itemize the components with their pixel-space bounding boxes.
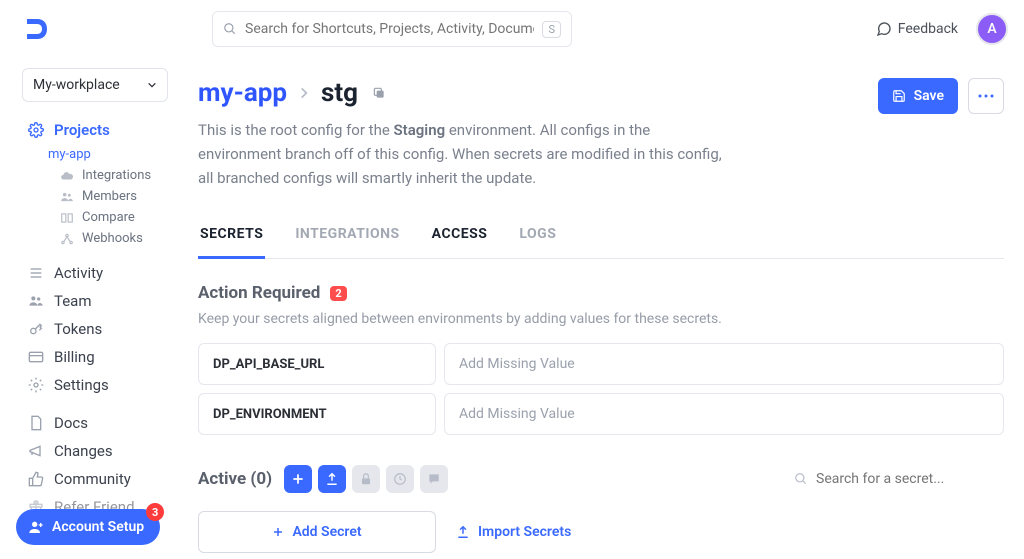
import-secrets-button[interactable]: Import Secrets [456,524,571,540]
feedback-label: Feedback [898,21,958,37]
dots-icon [978,94,994,98]
user-plus-icon [28,519,44,535]
secret-row: DP_API_BASE_URL Add Missing Value [198,343,1004,385]
search-icon [223,22,237,36]
add-button[interactable] [284,465,312,493]
cloud-icon [60,169,74,183]
tab-access[interactable]: ACCESS [430,216,490,258]
nav-project-myapp[interactable]: my-app [0,144,178,165]
breadcrumb-app[interactable]: my-app [198,78,287,108]
account-setup-button[interactable]: Account Setup 3 [16,509,160,545]
save-button[interactable]: Save [878,78,958,114]
action-required-count: 2 [330,286,346,301]
upload-button[interactable] [318,465,346,493]
nav-changes[interactable]: Changes [0,437,178,465]
avatar[interactable]: A [976,13,1008,45]
nav-sub-integrations[interactable]: Integrations [0,165,178,186]
action-required-title: Action Required [198,283,320,303]
webhook-icon [60,232,74,246]
users-icon [60,190,74,204]
add-secret-button[interactable]: Add Secret [198,511,436,553]
tabs: SECRETS INTEGRATIONS ACCESS LOGS [198,216,1004,259]
comment-icon [427,472,441,486]
search-icon [794,472,808,486]
chevron-down-icon [147,80,157,90]
nav-projects[interactable]: Projects [0,116,178,144]
card-icon [28,349,44,365]
key-icon [28,321,44,337]
action-required-subtitle: Keep your secrets aligned between enviro… [198,311,1004,327]
compare-icon [60,211,74,225]
nav-docs[interactable]: Docs [0,409,178,437]
settings-icon [28,377,44,393]
search-kbd-hint: S [542,21,561,38]
nav-activity[interactable]: Activity [0,259,178,287]
nav-sub-members[interactable]: Members [0,186,178,207]
breadcrumb: my-app stg [198,78,728,108]
plus-icon [291,472,305,486]
secret-row: DP_ENVIRONMENT Add Missing Value [198,393,1004,435]
save-icon [892,89,906,103]
nav-sub-webhooks[interactable]: Webhooks [0,228,178,249]
active-secrets-label: Active (0) [198,469,272,489]
secret-search[interactable] [794,471,1004,487]
feedback-link[interactable]: Feedback [876,21,958,37]
nav-community[interactable]: Community [0,465,178,493]
tab-logs[interactable]: LOGS [517,216,558,258]
nav-billing[interactable]: Billing [0,343,178,371]
history-button[interactable] [386,465,414,493]
breadcrumb-env: stg [321,78,358,108]
upload-icon [325,472,339,486]
tab-secrets[interactable]: SECRETS [198,216,265,259]
thumbs-up-icon [28,471,44,487]
global-search-input[interactable] [245,21,534,37]
feedback-icon [876,21,892,37]
team-icon [28,293,44,309]
docs-icon [28,415,44,431]
page-description: This is the root config for the Staging … [198,118,728,190]
import-icon [456,525,470,539]
nav-settings[interactable]: Settings [0,371,178,399]
more-button[interactable] [968,78,1004,114]
workspace-select[interactable]: My-workplace [22,68,168,102]
lock-button[interactable] [352,465,380,493]
global-search[interactable]: S [212,11,572,47]
copy-icon[interactable] [372,86,386,100]
tab-integrations[interactable]: INTEGRATIONS [293,216,401,258]
lock-icon [359,472,373,486]
secret-search-input[interactable] [816,471,1004,487]
list-icon [28,265,44,281]
clock-icon [393,472,407,486]
secret-value-input[interactable]: Add Missing Value [444,393,1004,435]
logo[interactable] [22,14,52,44]
chevron-right-icon [297,86,311,100]
secret-name[interactable]: DP_API_BASE_URL [198,343,436,385]
nav-sub-compare[interactable]: Compare [0,207,178,228]
megaphone-icon [28,443,44,459]
secret-value-input[interactable]: Add Missing Value [444,343,1004,385]
nav-tokens[interactable]: Tokens [0,315,178,343]
gear-icon [28,122,44,138]
plus-icon [272,526,284,538]
nav-team[interactable]: Team [0,287,178,315]
secret-name[interactable]: DP_ENVIRONMENT [198,393,436,435]
comment-button[interactable] [420,465,448,493]
workspace-selected: My-workplace [33,77,120,93]
